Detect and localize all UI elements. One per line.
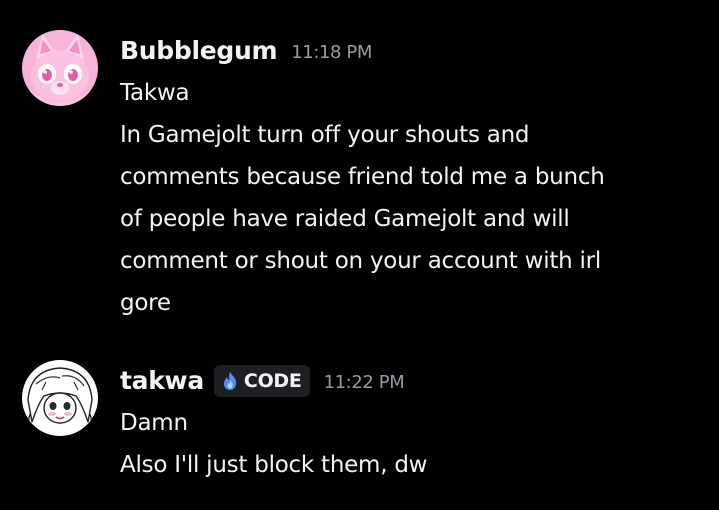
message-content: Bubblegum 11:18 PM Takwa In Gamejolt tur… (120, 28, 699, 324)
message-content: takwa CODE 11:22 PM Damn Also I'll just … (120, 358, 699, 486)
username[interactable]: takwa (120, 366, 204, 395)
message-line: Takwa (120, 80, 190, 106)
white-haired-character-avatar-icon (22, 360, 98, 436)
message-line: comment or shout on your account with ir… (120, 248, 601, 274)
blue-flame-icon (223, 372, 237, 390)
server-tag-badge[interactable]: CODE (213, 365, 310, 397)
tag-label: CODE (243, 370, 302, 392)
username[interactable]: Bubblegum (120, 36, 278, 65)
message-line: In Gamejolt turn off your shouts and (120, 122, 530, 148)
message-line: Also I'll just block them, dw (120, 452, 428, 478)
timestamp[interactable]: 11:22 PM (324, 372, 405, 393)
message-line: of people have raided Gamejolt and will (120, 206, 570, 232)
message-line: Damn (120, 410, 188, 436)
message-header: Bubblegum 11:18 PM (120, 28, 699, 72)
pink-cat-avatar-icon (22, 30, 98, 106)
timestamp[interactable]: 11:18 PM (291, 42, 372, 63)
message-header: takwa CODE 11:22 PM (120, 358, 699, 402)
message-line: gore (120, 290, 171, 316)
avatar[interactable] (22, 360, 98, 436)
avatar[interactable] (22, 30, 98, 106)
message-line: comments because friend told me a bunch (120, 164, 605, 190)
